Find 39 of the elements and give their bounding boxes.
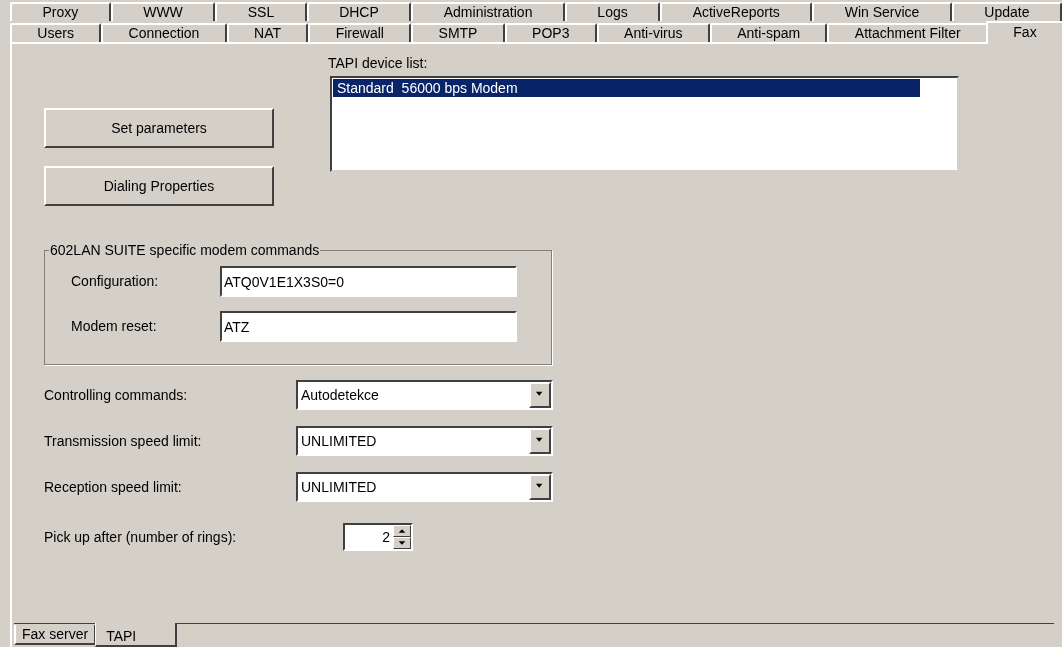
tab[interactable]: Anti-spam: [709, 23, 828, 42]
dropdown-label: Transmission speed limit:: [44, 431, 203, 451]
list-label: TAPI device list:: [327, 56, 429, 71]
tab[interactable]: DHCP: [306, 2, 412, 21]
tab[interactable]: NAT: [226, 23, 309, 42]
tab[interactable]: SSL: [215, 2, 307, 21]
tab[interactable]: POP3: [504, 23, 597, 42]
dropdown[interactable]: UNLIMITED: [296, 472, 553, 502]
dropdown[interactable]: Autodetekce: [296, 380, 553, 410]
input-field[interactable]: ATQ0V1E1X3S0=0: [220, 266, 517, 297]
tab[interactable]: Fax: [985, 21, 1062, 44]
push-button[interactable]: Dialing Properties: [44, 166, 274, 206]
dropdown[interactable]: UNLIMITED: [296, 426, 553, 456]
tab[interactable]: Attachment Filter: [827, 23, 988, 42]
input-field[interactable]: ATZ: [220, 311, 517, 342]
tab[interactable]: WWW: [110, 2, 216, 21]
list-item[interactable]: Standard 56000 bps Modem: [333, 79, 920, 97]
field-label: Modem reset:: [71, 317, 158, 336]
tab[interactable]: Administration: [411, 2, 565, 21]
tab[interactable]: Anti-virus: [596, 23, 710, 42]
group-title: 602LAN SUITE specific modem commands: [49, 242, 321, 258]
dropdown-label: Reception speed limit:: [44, 477, 183, 497]
spinner-label: Pick up after (number of rings):: [44, 527, 238, 547]
tab[interactable]: Proxy: [10, 2, 111, 21]
push-button[interactable]: Set parameters: [44, 108, 274, 148]
tab[interactable]: Connection: [101, 23, 227, 42]
tab[interactable]: ActiveReports: [660, 2, 813, 21]
tab[interactable]: Users: [10, 23, 102, 42]
dropdown-label: Controlling commands:: [44, 385, 189, 405]
tab[interactable]: SMTP: [411, 23, 505, 42]
tab[interactable]: TAPI: [95, 623, 178, 647]
number-spinner[interactable]: 2: [343, 523, 413, 551]
tab[interactable]: Fax server: [14, 625, 96, 645]
tab[interactable]: Firewall: [308, 23, 412, 42]
device-list[interactable]: Standard 56000 bps Modem: [330, 76, 959, 172]
tab[interactable]: Update: [951, 2, 1062, 21]
tab[interactable]: Win Service: [812, 2, 952, 21]
tab[interactable]: Logs: [564, 2, 661, 21]
field-label: Configuration:: [71, 272, 160, 291]
